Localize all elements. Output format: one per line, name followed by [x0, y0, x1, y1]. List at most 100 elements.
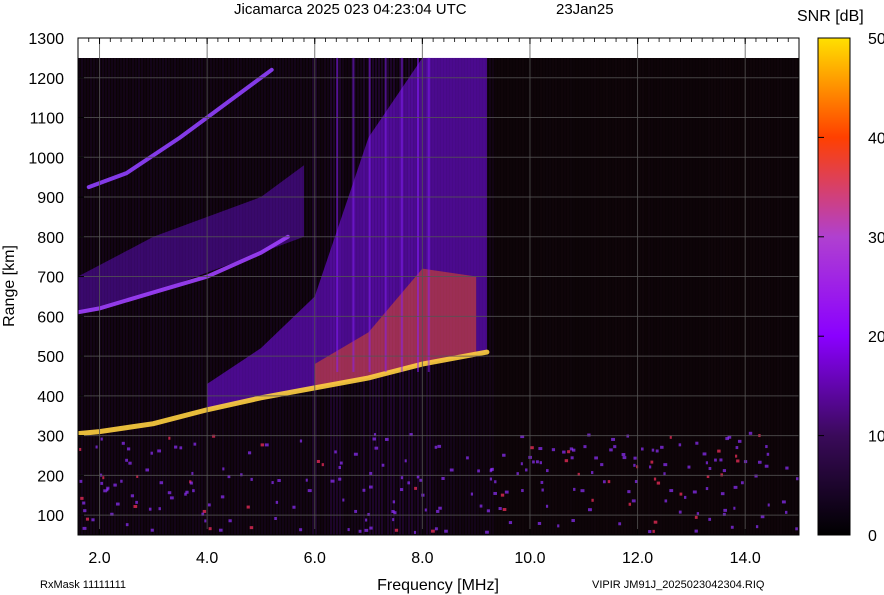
- noise-column: [699, 58, 701, 535]
- noise-column: [648, 58, 650, 535]
- interference-dot: [720, 492, 725, 496]
- interference-dot: [159, 481, 164, 485]
- noise-column: [183, 58, 185, 535]
- interference-dot: [79, 479, 83, 483]
- interference-dot: [539, 461, 542, 465]
- noise-column: [501, 58, 503, 535]
- interference-dot: [275, 500, 279, 504]
- noise-column: [789, 58, 791, 535]
- interference-dot: [705, 461, 709, 465]
- interference-dot: [305, 478, 308, 482]
- interference-dot: [650, 460, 654, 464]
- interference-dot: [438, 506, 442, 510]
- interference-dot: [740, 481, 744, 485]
- noise-column: [591, 58, 593, 535]
- noise-column: [735, 58, 737, 535]
- interference-dot: [602, 480, 606, 484]
- interference-dot: [767, 503, 770, 507]
- noise-column: [153, 58, 155, 535]
- noise-column: [696, 58, 698, 535]
- interference-dot: [551, 448, 556, 452]
- interference-dot: [660, 445, 664, 449]
- noise-column: [762, 58, 764, 535]
- interference-dot: [100, 437, 103, 441]
- interference-dot: [692, 490, 697, 494]
- y-tick-label: 500: [37, 349, 64, 366]
- x-tick-label: 12.0: [622, 550, 653, 567]
- noise-column: [510, 58, 512, 535]
- interference-dot: [562, 450, 566, 454]
- y-tick-label: 600: [37, 309, 64, 326]
- interference-dot: [546, 469, 549, 473]
- noise-column: [147, 58, 149, 535]
- noise-column: [489, 58, 491, 535]
- interference-dot: [545, 504, 549, 508]
- interference-dot: [179, 446, 183, 450]
- interference-dot: [733, 485, 738, 489]
- noise-column: [750, 58, 752, 535]
- noise-column: [786, 58, 788, 535]
- noise-column: [552, 58, 554, 535]
- interference-dot: [564, 459, 569, 463]
- interference-dot: [441, 476, 445, 480]
- interference-dot: [669, 435, 672, 439]
- interference-dot: [695, 441, 699, 445]
- interference-dot: [264, 443, 269, 447]
- interference-dot: [537, 521, 542, 525]
- interference-dot: [85, 517, 90, 521]
- interference-dot: [338, 477, 342, 481]
- interference-dot: [628, 502, 632, 506]
- noise-column: [690, 58, 692, 535]
- noise-column: [774, 58, 776, 535]
- interference-dot: [292, 505, 296, 509]
- interference-dot: [500, 493, 505, 497]
- interference-dot: [222, 467, 225, 471]
- noise-column: [225, 58, 227, 535]
- chart-title: Jicamarca 2025 023 04:23:04 UTC: [234, 1, 467, 18]
- x-tick-label: 4.0: [196, 550, 218, 567]
- interference-dot: [521, 489, 524, 493]
- noise-column: [534, 58, 536, 535]
- interference-dot: [466, 456, 469, 460]
- interference-dot: [477, 469, 480, 473]
- noise-column: [717, 58, 719, 535]
- noise-column: [615, 58, 617, 535]
- interference-dot: [494, 480, 497, 484]
- y-tick-label: 900: [37, 190, 64, 207]
- noise-column: [291, 58, 293, 535]
- noise-column: [771, 58, 773, 535]
- noise-column: [507, 58, 509, 535]
- interference-dot: [587, 508, 592, 512]
- interference-dot: [530, 446, 534, 450]
- interference-dot: [490, 467, 493, 471]
- interference-dot: [486, 509, 490, 513]
- interference-dot: [591, 471, 594, 475]
- interference-dot: [353, 452, 358, 456]
- interference-dot: [479, 504, 483, 508]
- interference-dot: [493, 491, 497, 495]
- interference-dot: [694, 529, 698, 533]
- noise-column: [303, 58, 305, 535]
- noise-column: [498, 58, 500, 535]
- noise-column: [738, 58, 740, 535]
- interference-dot: [125, 523, 129, 527]
- interference-dot: [656, 481, 661, 485]
- interference-dot: [516, 472, 519, 476]
- interference-dot: [307, 489, 312, 493]
- interference-dot: [705, 487, 709, 491]
- interference-dot: [145, 468, 150, 472]
- noise-column: [669, 58, 671, 535]
- noise-column: [708, 58, 710, 535]
- interference-dot: [633, 463, 636, 467]
- interference-dot: [120, 479, 123, 483]
- interference-streak: [416, 57, 419, 372]
- interference-dot: [342, 498, 345, 502]
- noise-column: [723, 58, 725, 535]
- noise-column: [216, 58, 218, 535]
- interference-dot: [202, 509, 207, 513]
- noise-column: [732, 58, 734, 535]
- noise-column: [612, 58, 614, 535]
- noise-column: [294, 58, 296, 535]
- interference-dot: [434, 527, 438, 531]
- interference-dot: [633, 456, 637, 460]
